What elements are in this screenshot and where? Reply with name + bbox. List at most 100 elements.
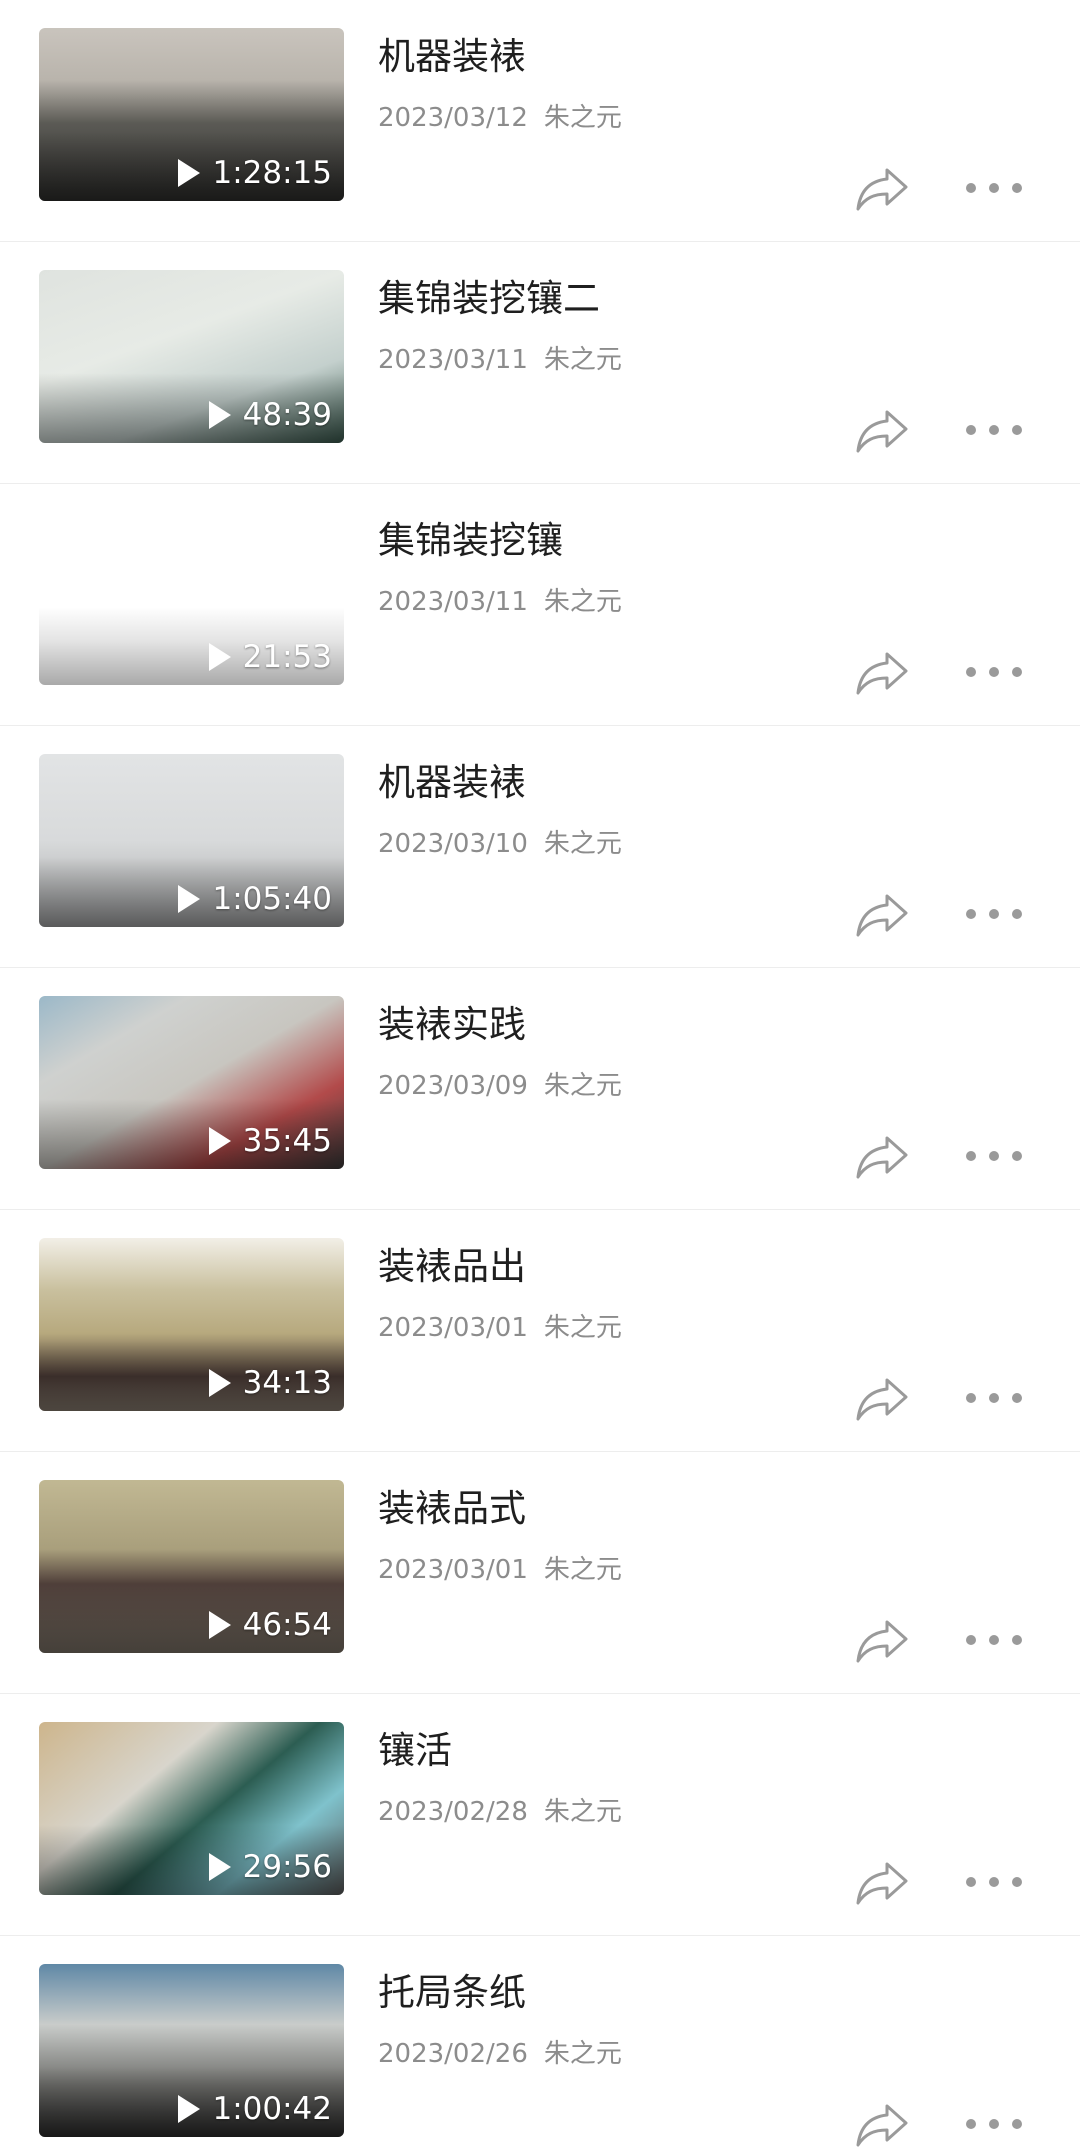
video-list-item[interactable]: 34:13 装裱品出 2023/03/01 朱之元 [0, 1210, 1080, 1452]
play-icon [208, 1127, 231, 1155]
video-author: 朱之元 [543, 587, 622, 617]
video-list-item[interactable]: 48:39 集锦装挖镶二 2023/03/11 朱之元 [0, 242, 1080, 484]
duration-label: 35:45 [242, 1123, 332, 1159]
video-meta: 2023/03/11 朱之元 [378, 584, 622, 620]
more-icon[interactable] [966, 420, 1022, 440]
more-icon[interactable] [966, 662, 1022, 682]
video-title[interactable]: 装裱品出 [378, 1242, 526, 1292]
video-author: 朱之元 [543, 1313, 622, 1343]
more-icon[interactable] [966, 1388, 1022, 1408]
duration-badge: 48:39 [208, 397, 332, 433]
video-date: 2023/03/01 [378, 1555, 528, 1585]
more-icon[interactable] [966, 178, 1022, 198]
play-icon [208, 1853, 231, 1881]
video-author: 朱之元 [543, 1555, 622, 1585]
duration-label: 1:28:15 [212, 155, 332, 191]
share-icon[interactable] [854, 2100, 910, 2150]
play-icon [208, 1369, 231, 1397]
duration-badge: 34:13 [208, 1365, 332, 1401]
video-thumbnail[interactable]: 35:45 [39, 996, 344, 1169]
share-icon[interactable] [854, 1616, 910, 1666]
video-author: 朱之元 [543, 103, 622, 133]
video-title[interactable]: 镶活 [378, 1726, 452, 1776]
video-thumbnail[interactable]: 1:00:42 [39, 1964, 344, 2137]
more-icon[interactable] [966, 1630, 1022, 1650]
video-author: 朱之元 [543, 1797, 622, 1827]
share-icon[interactable] [854, 406, 910, 456]
video-title[interactable]: 装裱实践 [378, 1000, 526, 1050]
video-thumbnail[interactable]: 46:54 [39, 1480, 344, 1653]
share-icon[interactable] [854, 890, 910, 940]
play-icon [208, 643, 231, 671]
more-icon[interactable] [966, 2114, 1022, 2134]
share-icon[interactable] [854, 1132, 910, 1182]
video-list: 1:28:15 机器装裱 2023/03/12 朱之元 48:39 集锦装挖镶二 … [0, 0, 1080, 2150]
duration-badge: 1:28:15 [178, 155, 332, 191]
duration-label: 29:56 [242, 1849, 332, 1885]
share-icon[interactable] [854, 1374, 910, 1424]
video-list-item[interactable]: 1:28:15 机器装裱 2023/03/12 朱之元 [0, 0, 1080, 242]
video-author: 朱之元 [543, 2039, 622, 2069]
more-icon[interactable] [966, 904, 1022, 924]
duration-label: 34:13 [242, 1365, 332, 1401]
video-date: 2023/03/12 [378, 103, 528, 133]
video-date: 2023/03/01 [378, 1313, 528, 1343]
share-icon[interactable] [854, 1858, 910, 1908]
duration-label: 46:54 [242, 1607, 332, 1643]
video-meta: 2023/03/12 朱之元 [378, 100, 622, 136]
play-icon [178, 2095, 201, 2123]
more-icon[interactable] [966, 1872, 1022, 1892]
video-date: 2023/03/09 [378, 1071, 528, 1101]
video-list-item[interactable]: 35:45 装裱实践 2023/03/09 朱之元 [0, 968, 1080, 1210]
video-thumbnail[interactable]: 34:13 [39, 1238, 344, 1411]
duration-label: 21:53 [242, 639, 332, 675]
video-date: 2023/03/11 [378, 345, 528, 375]
video-list-item[interactable]: 1:00:42 托局条纸 2023/02/26 朱之元 [0, 1936, 1080, 2150]
video-thumbnail[interactable]: 21:53 [39, 512, 344, 685]
video-meta: 2023/03/11 朱之元 [378, 342, 622, 378]
video-author: 朱之元 [543, 829, 622, 859]
video-title[interactable]: 集锦装挖镶二 [378, 274, 600, 324]
duration-badge: 1:05:40 [178, 881, 332, 917]
duration-label: 48:39 [242, 397, 332, 433]
share-icon[interactable] [854, 648, 910, 698]
play-icon [178, 159, 201, 187]
video-meta: 2023/03/10 朱之元 [378, 826, 622, 862]
more-icon[interactable] [966, 1146, 1022, 1166]
video-title[interactable]: 托局条纸 [378, 1968, 526, 2018]
video-thumbnail[interactable]: 1:05:40 [39, 754, 344, 927]
play-icon [208, 1611, 231, 1639]
play-icon [178, 885, 201, 913]
video-author: 朱之元 [543, 345, 622, 375]
duration-badge: 46:54 [208, 1607, 332, 1643]
duration-badge: 35:45 [208, 1123, 332, 1159]
video-meta: 2023/02/26 朱之元 [378, 2036, 622, 2072]
duration-badge: 29:56 [208, 1849, 332, 1885]
video-date: 2023/03/11 [378, 587, 528, 617]
video-thumbnail[interactable]: 48:39 [39, 270, 344, 443]
video-author: 朱之元 [543, 1071, 622, 1101]
duration-badge: 21:53 [208, 639, 332, 675]
video-title[interactable]: 机器装裱 [378, 758, 526, 808]
video-title[interactable]: 机器装裱 [378, 32, 526, 82]
duration-badge: 1:00:42 [178, 2091, 332, 2127]
share-icon[interactable] [854, 164, 910, 214]
play-icon [208, 401, 231, 429]
duration-label: 1:00:42 [212, 2091, 332, 2127]
video-list-item[interactable]: 21:53 集锦装挖镶 2023/03/11 朱之元 [0, 484, 1080, 726]
video-date: 2023/03/10 [378, 829, 528, 859]
video-meta: 2023/03/09 朱之元 [378, 1068, 622, 1104]
video-list-item[interactable]: 46:54 装裱品式 2023/03/01 朱之元 [0, 1452, 1080, 1694]
video-title[interactable]: 集锦装挖镶 [378, 516, 563, 566]
video-date: 2023/02/28 [378, 1797, 528, 1827]
video-list-item[interactable]: 29:56 镶活 2023/02/28 朱之元 [0, 1694, 1080, 1936]
video-date: 2023/02/26 [378, 2039, 528, 2069]
video-meta: 2023/02/28 朱之元 [378, 1794, 622, 1830]
video-title[interactable]: 装裱品式 [378, 1484, 526, 1534]
video-meta: 2023/03/01 朱之元 [378, 1552, 622, 1588]
video-meta: 2023/03/01 朱之元 [378, 1310, 622, 1346]
video-thumbnail[interactable]: 1:28:15 [39, 28, 344, 201]
duration-label: 1:05:40 [212, 881, 332, 917]
video-list-item[interactable]: 1:05:40 机器装裱 2023/03/10 朱之元 [0, 726, 1080, 968]
video-thumbnail[interactable]: 29:56 [39, 1722, 344, 1895]
